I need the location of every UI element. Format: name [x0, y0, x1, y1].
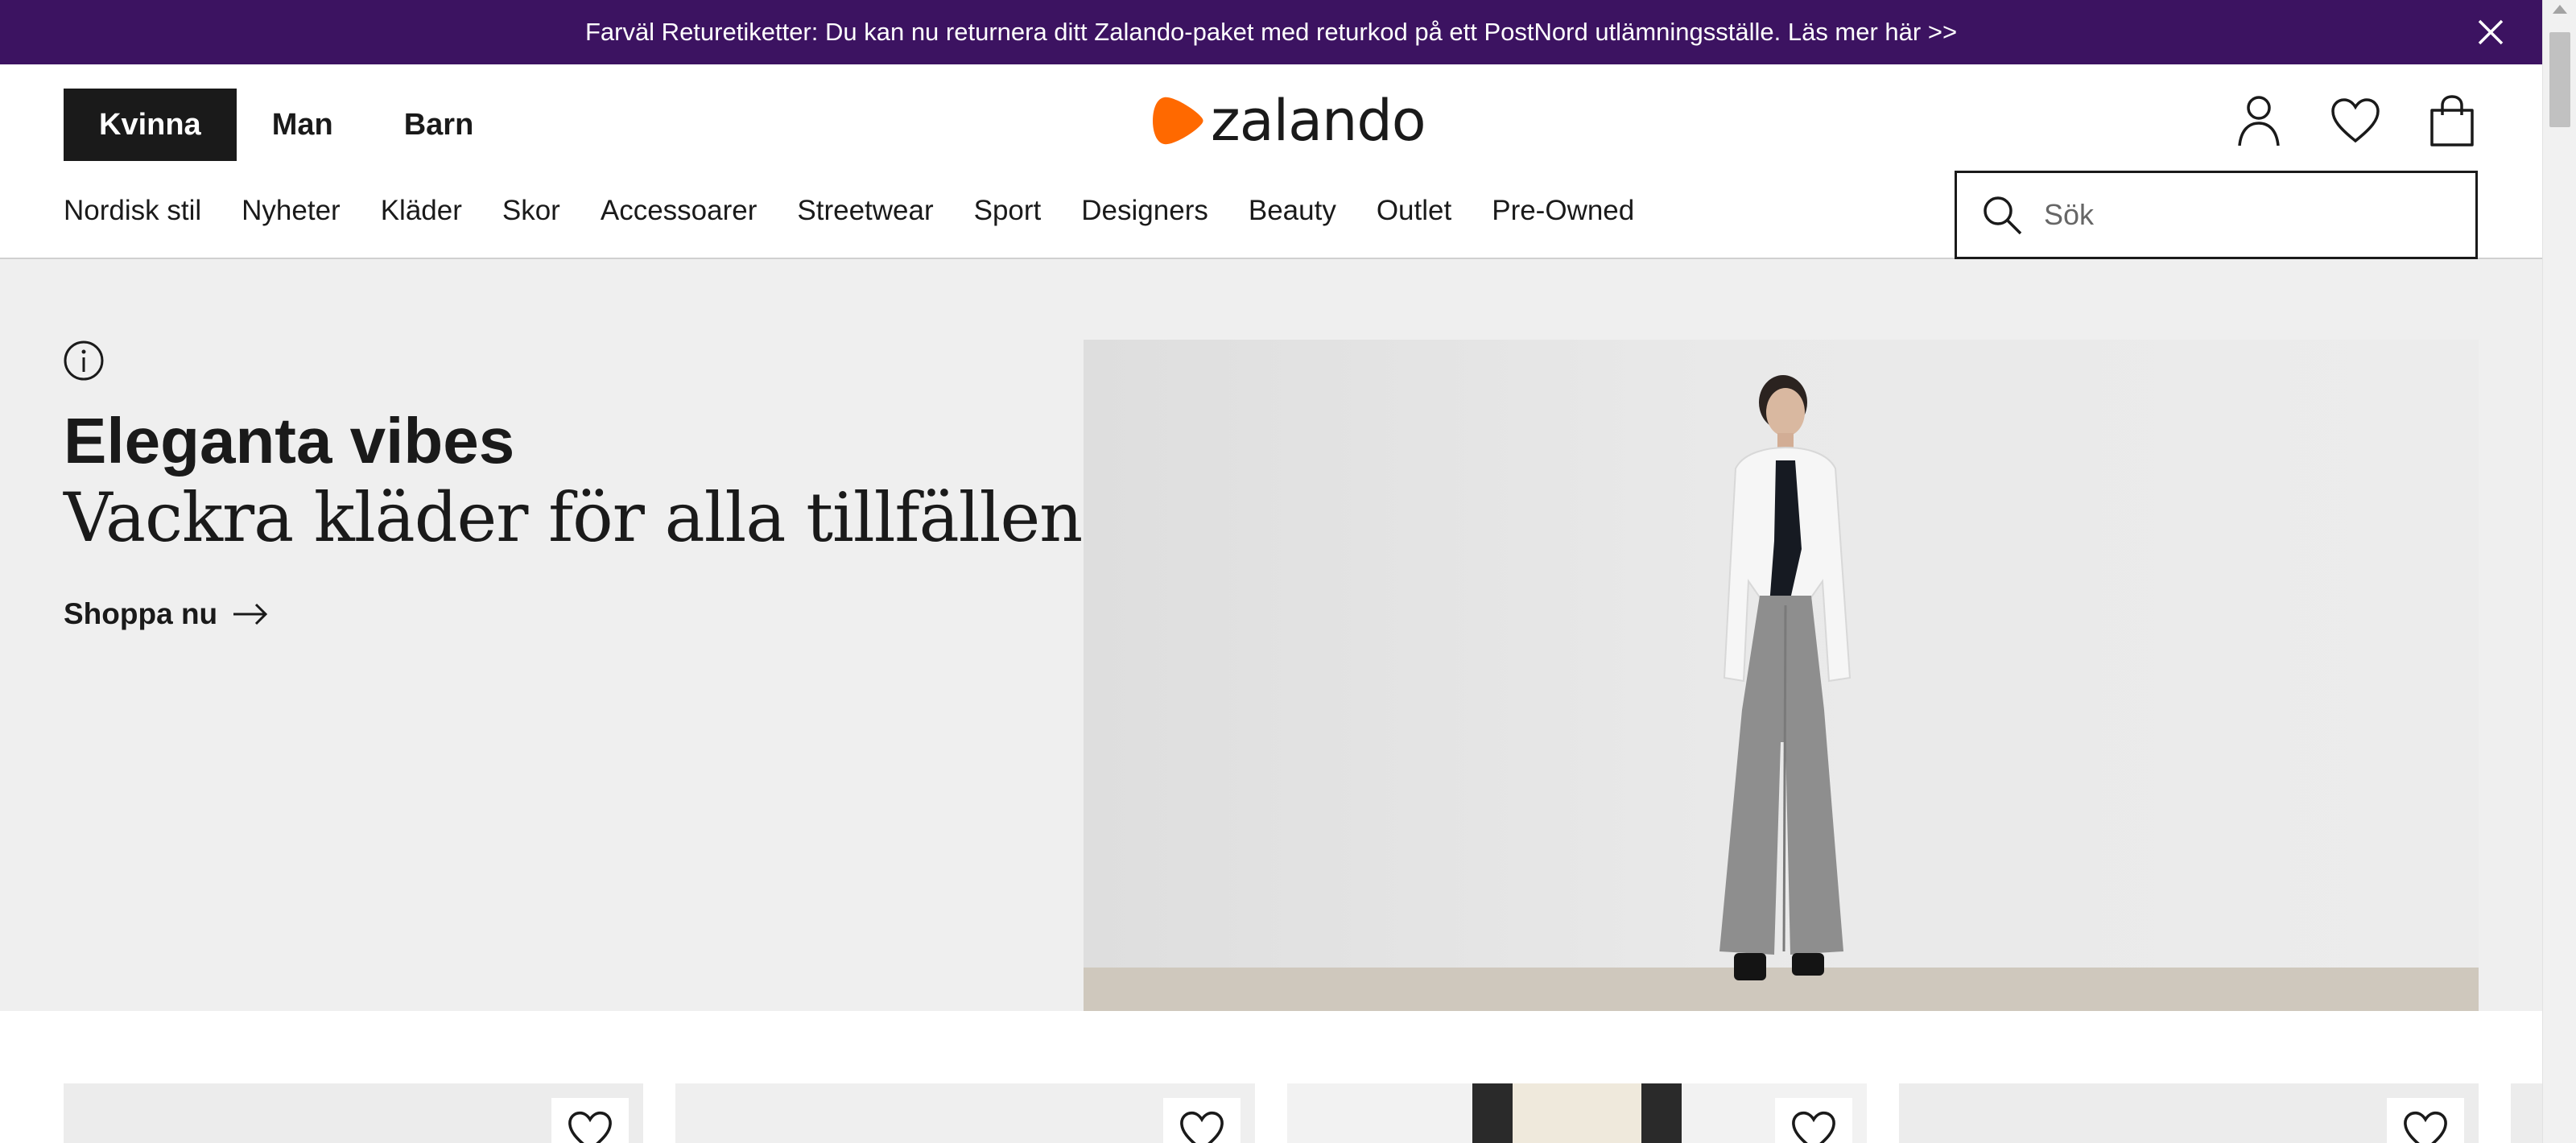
product-card[interactable] [64, 1083, 643, 1143]
site-header: Kvinna Man Barn zalando Nordisk stil Nyh… [0, 64, 2542, 259]
nav-pre-owned[interactable]: Pre-Owned [1492, 195, 1634, 227]
wishlist-heart-icon[interactable] [551, 1098, 629, 1143]
arrow-right-icon [233, 603, 268, 625]
nav-skor[interactable]: Skor [502, 195, 560, 227]
announcement-bar[interactable]: Farväl Returetiketter: Du kan nu returne… [0, 0, 2542, 64]
search-box[interactable] [1955, 171, 2478, 259]
nav-nordisk-stil[interactable]: Nordisk stil [64, 195, 201, 227]
scroll-up-arrow-icon[interactable] [2553, 5, 2567, 14]
wishlist-heart-icon[interactable] [1775, 1098, 1852, 1143]
logo-text: zalando [1211, 88, 1426, 154]
nav-accessoarer[interactable]: Accessoarer [601, 195, 758, 227]
gender-tabs: Kvinna Man Barn [64, 89, 509, 161]
product-card[interactable] [675, 1083, 1255, 1143]
tab-kvinna[interactable]: Kvinna [64, 89, 237, 161]
zalando-logo[interactable]: zalando [1153, 88, 1426, 154]
search-input[interactable] [2044, 198, 2462, 232]
shop-now-link[interactable]: Shoppa nu [64, 597, 269, 631]
product-card[interactable] [1899, 1083, 2479, 1143]
tab-man[interactable]: Man [237, 89, 369, 161]
header-icons [2233, 89, 2478, 153]
tab-barn[interactable]: Barn [369, 89, 510, 161]
nav-outlet[interactable]: Outlet [1377, 195, 1451, 227]
product-card[interactable] [2511, 1083, 2542, 1143]
nav-nyheter[interactable]: Nyheter [242, 195, 341, 227]
nav-klader[interactable]: Kläder [381, 195, 462, 227]
model-figure [1719, 375, 1852, 980]
page-scrollbar[interactable] [2542, 0, 2576, 1143]
heart-icon[interactable] [2330, 89, 2381, 153]
scroll-thumb[interactable] [2549, 32, 2570, 127]
announcement-text[interactable]: Farväl Returetiketter: Du kan nu returne… [585, 18, 1957, 47]
shopping-bag-icon[interactable] [2426, 89, 2478, 153]
nav-streetwear[interactable]: Streetwear [797, 195, 933, 227]
search-icon[interactable] [1981, 194, 2023, 236]
nav-designers[interactable]: Designers [1081, 195, 1208, 227]
product-card[interactable] [1287, 1083, 1867, 1143]
nav-beauty[interactable]: Beauty [1249, 195, 1336, 227]
shop-now-label: Shoppa nu [64, 597, 218, 630]
nav-sport[interactable]: Sport [974, 195, 1042, 227]
hero-subtitle: Vackra kläder för alla tillfällen [64, 478, 1083, 557]
product-row [0, 1011, 2542, 1143]
close-icon[interactable] [2473, 14, 2508, 50]
wishlist-heart-icon[interactable] [1163, 1098, 1241, 1143]
logo-mark-icon [1153, 97, 1203, 145]
hero-title: Eleganta vibes [64, 405, 515, 477]
category-nav: Nordisk stil Nyheter Kläder Skor Accesso… [64, 195, 1634, 227]
user-icon[interactable] [2233, 89, 2285, 153]
info-icon[interactable] [63, 340, 105, 382]
hero-image[interactable] [1084, 340, 2479, 1011]
wishlist-heart-icon[interactable] [2387, 1098, 2464, 1143]
hero-banner: Eleganta vibes Vackra kläder för alla ti… [0, 259, 2542, 1011]
